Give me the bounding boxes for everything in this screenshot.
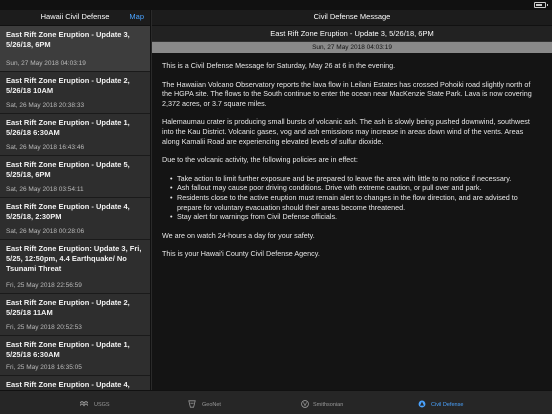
list-item[interactable]: East Rift Zone Eruption - Update 1, 5/26… (0, 114, 150, 156)
message-paragraph: Halemaumau crater is producing small bur… (162, 117, 530, 146)
message-detail: Civil Defense Message East Rift Zone Eru… (152, 10, 552, 390)
list-item-title: East Rift Zone Eruption - Update 4, (6, 380, 130, 389)
message-paragraph: Due to the volcanic activity, the follow… (162, 155, 358, 165)
tab-label: Smithsonian (313, 402, 344, 408)
policy-item: Residents close to the active eruption m… (170, 193, 542, 212)
list-item-title: East Rift Zone Eruption - Update 2, 5/26… (6, 76, 130, 95)
policy-item: Ash fallout may cause poor driving condi… (170, 183, 542, 193)
tab-civil-defense[interactable]: Civil Defense (414, 391, 552, 414)
tab-bar: USGS GeoNet Smithsonian Civil Defense (0, 390, 552, 414)
list-item-title: East Rift Zone Eruption - Update 1, 5/25… (6, 340, 130, 359)
list-item-date: Fri, 25 May 2018 20:52:53 (6, 324, 82, 331)
policy-item: Stay alert for warnings from Civil Defen… (170, 212, 542, 222)
geonet-icon (188, 400, 196, 408)
message-title: East Rift Zone Eruption - Update 3, 5/26… (152, 26, 552, 42)
message-paragraph: The Hawaiian Volcano Observatory reports… (162, 79, 532, 108)
message-paragraph: This is a Civil Defense Message for Satu… (162, 61, 396, 70)
status-bar (0, 0, 552, 10)
message-date: Sun, 27 May 2018 04:03:19 (152, 42, 552, 53)
list-item-title: East Rift Zone Eruption - Update 5, 5/25… (6, 160, 130, 179)
list-item-date: Sun, 27 May 2018 04:03:19 (6, 60, 86, 67)
sidebar: Hawaii Civil Defense Map East Rift Zone … (0, 10, 151, 390)
list-item-date: Sat, 26 May 2018 20:38:33 (6, 102, 85, 109)
list-item[interactable]: East Rift Zone Eruption - Update 3, 5/26… (0, 26, 150, 72)
list-item-date: Sat, 26 May 2018 00:28:06 (6, 228, 85, 235)
tab-smithsonian[interactable]: Smithsonian (276, 391, 414, 414)
map-button[interactable]: Map (129, 12, 144, 21)
smithsonian-icon (301, 400, 309, 408)
usgs-icon (80, 401, 88, 407)
message-list[interactable]: East Rift Zone Eruption - Update 3, 5/26… (0, 26, 150, 390)
list-item-title: East Rift Zone Eruption: Update 3, Fri, … (6, 244, 142, 273)
list-item[interactable]: East Rift Zone Eruption - Update 5, 5/25… (0, 156, 150, 198)
message-paragraph: This is your Hawai'i County Civil Defens… (162, 249, 320, 259)
nav-title: Civil Defense Message (152, 10, 552, 26)
sidebar-title: Hawaii Civil Defense (40, 12, 110, 21)
list-item-title: East Rift Zone Eruption - Update 2, 5/25… (6, 298, 130, 317)
list-item-date: Sat, 26 May 2018 03:54:11 (6, 186, 84, 193)
list-item-title: East Rift Zone Eruption - Update 1, 5/26… (6, 118, 130, 137)
sidebar-header: Hawaii Civil Defense Map (0, 10, 150, 26)
civil-defense-icon (418, 400, 426, 408)
list-item-date: Sat, 26 May 2018 16:43:46 (6, 144, 85, 151)
list-item-date: Fri, 25 May 2018 16:35:05 (6, 364, 82, 371)
list-item[interactable]: East Rift Zone Eruption: Update 3, Fri, … (0, 240, 150, 294)
tab-label: Civil Defense (431, 402, 464, 408)
battery-icon (534, 2, 546, 8)
list-item[interactable]: East Rift Zone Eruption - Update 4, (0, 376, 150, 390)
tab-label: USGS (94, 402, 110, 408)
list-item-date: Fri, 25 May 2018 22:56:59 (6, 282, 82, 289)
message-paragraph: We are on watch 24-hours a day for your … (162, 230, 315, 240)
policy-list: Take action to limit further exposure an… (170, 174, 542, 222)
list-item-title: East Rift Zone Eruption - Update 3, 5/26… (6, 30, 130, 49)
tab-geonet[interactable]: GeoNet (138, 391, 276, 414)
tab-label: GeoNet (202, 402, 221, 408)
list-item[interactable]: East Rift Zone Eruption - Update 4, 5/25… (0, 198, 150, 240)
message-body: This is a Civil Defense Message for Satu… (152, 53, 552, 259)
list-item[interactable]: East Rift Zone Eruption - Update 1, 5/25… (0, 336, 150, 376)
list-item[interactable]: East Rift Zone Eruption - Update 2, 5/25… (0, 294, 150, 336)
list-item[interactable]: East Rift Zone Eruption - Update 2, 5/26… (0, 72, 150, 114)
policy-item: Take action to limit further exposure an… (170, 174, 542, 184)
tab-usgs[interactable]: USGS (0, 391, 138, 414)
list-item-title: East Rift Zone Eruption - Update 4, 5/25… (6, 202, 130, 221)
